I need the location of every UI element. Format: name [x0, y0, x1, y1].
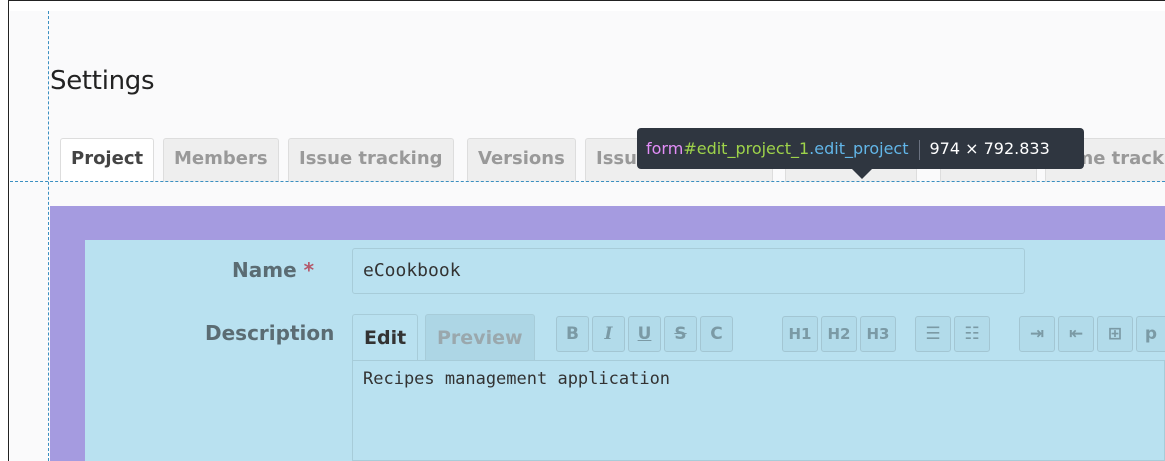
editor-tab-preview[interactable]: Preview — [425, 314, 535, 360]
editor-tab-edit[interactable]: Edit — [352, 314, 419, 360]
tab-issue-tracking[interactable]: Issue tracking — [288, 138, 454, 182]
table-icon[interactable]: ⊞ — [1097, 316, 1133, 352]
description-label: Description — [205, 321, 335, 345]
paragraph-icon[interactable]: p — [1136, 316, 1165, 352]
heading3-icon[interactable]: H3 — [860, 316, 896, 352]
outdent-icon[interactable]: ⇤ — [1058, 316, 1094, 352]
top-border — [9, 0, 1165, 11]
strikethrough-icon[interactable]: S — [664, 316, 697, 352]
page-title: Settings — [50, 66, 155, 96]
devtools-element-tooltip: form#edit_project_1.edit_project 974 × 79… — [637, 128, 1084, 169]
tab-project[interactable]: Project — [60, 138, 155, 182]
guide-line-vertical — [48, 11, 49, 461]
settings-page: Settings Project Members Issue tracking … — [10, 11, 1165, 461]
ordered-list-icon[interactable]: ☷ — [954, 316, 990, 352]
indent-icon[interactable]: ⇥ — [1019, 316, 1055, 352]
tooltip-separator — [918, 139, 920, 160]
name-label: Name * — [232, 258, 314, 282]
tooltip-dimensions: 974 × 792.833 — [929, 139, 1050, 158]
tooltip-arrow — [852, 169, 872, 179]
required-mark: * — [303, 258, 315, 282]
unordered-list-icon[interactable]: ☰ — [915, 316, 951, 352]
heading1-icon[interactable]: H1 — [782, 316, 818, 352]
name-label-text: Name — [232, 258, 297, 282]
left-border — [0, 0, 9, 461]
tab-members[interactable]: Members — [163, 138, 279, 182]
screenshot-frame: Settings Project Members Issue tracking … — [0, 0, 1165, 461]
tooltip-id: #edit_project_1 — [683, 139, 810, 158]
guide-line-horizontal — [10, 181, 1165, 182]
description-textarea[interactable]: Recipes management application — [352, 360, 1165, 461]
underline-icon[interactable]: U — [628, 316, 661, 352]
code-icon[interactable]: C — [700, 316, 733, 352]
tooltip-tag: form — [646, 139, 684, 158]
tooltip-class: .edit_project — [809, 139, 909, 158]
tab-versions[interactable]: Versions — [467, 138, 576, 182]
heading2-icon[interactable]: H2 — [821, 316, 857, 352]
italic-icon[interactable]: I — [592, 316, 625, 352]
name-input[interactable]: eCookbook — [352, 248, 1025, 294]
bold-icon[interactable]: B — [556, 316, 589, 352]
